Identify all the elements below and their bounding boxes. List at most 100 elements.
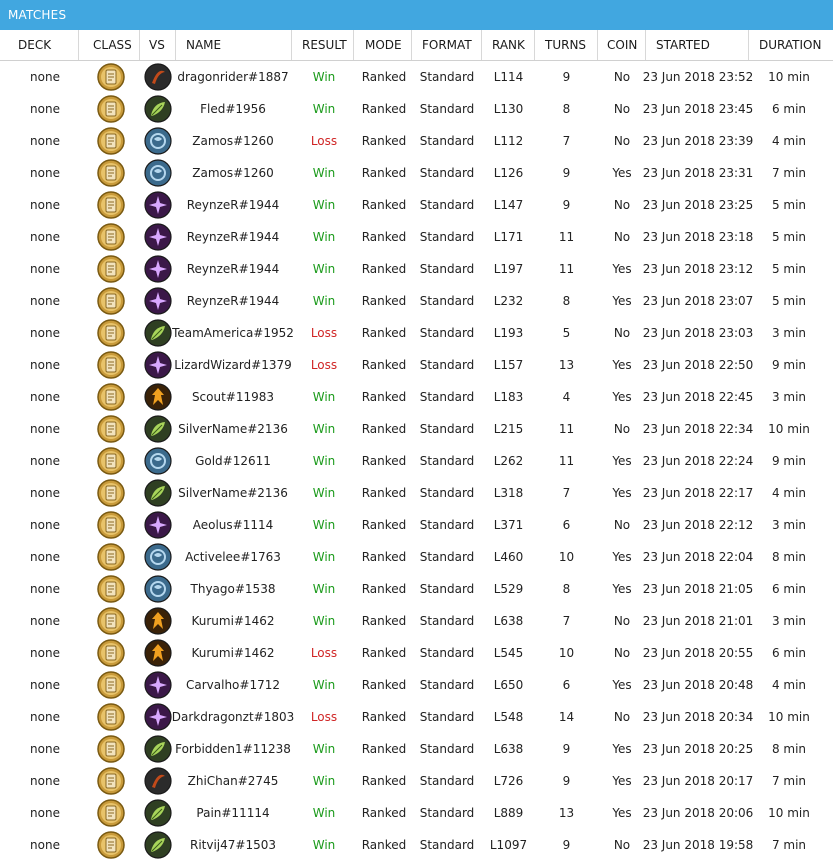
cell-mode: Ranked: [361, 230, 407, 244]
column-header-name[interactable]: NAME: [176, 30, 292, 60]
class-card-icon: [97, 607, 125, 635]
table-row[interactable]: none Fled#1956 Win Ranked Standard L130 8 No 23 …: [0, 93, 833, 125]
cell-result: Win: [312, 742, 336, 756]
cell-rank: L171: [493, 230, 524, 244]
column-header-mode[interactable]: MODE: [354, 30, 412, 60]
cell-deck: none: [30, 294, 60, 308]
cell-name: Zamos#1260: [192, 134, 274, 148]
druid-icon: [144, 831, 172, 859]
table-row[interactable]: none dragonrider#1887 Win Ranked Standard L11…: [0, 61, 833, 93]
cell-mode: Ranked: [361, 614, 407, 628]
cell-coin: Yes: [612, 806, 632, 820]
cell-started: 23 Jun 2018 20:17: [642, 774, 754, 788]
class-card-icon: [97, 127, 125, 155]
cell-deck: none: [30, 70, 60, 84]
cell-format: Standard: [419, 422, 475, 436]
cell-format: Standard: [419, 838, 475, 852]
table-row[interactable]: none Carvalho#1712 Win Ranked Standard L650 6 Y…: [0, 669, 833, 701]
shaman-icon: [144, 575, 172, 603]
table-row[interactable]: none ReynzeR#1944 Win Ranked Standard L232 8 Ye…: [0, 285, 833, 317]
cell-turns: 9: [562, 70, 571, 84]
table-row[interactable]: none Thyago#1538 Win Ranked Standard L529 8 Yes…: [0, 573, 833, 605]
table-row[interactable]: none SilverName#2136 Win Ranked Standard L215…: [0, 413, 833, 445]
table-row[interactable]: none SilverName#2136 Win Ranked Standard L318…: [0, 477, 833, 509]
table-row[interactable]: none ReynzeR#1944 Win Ranked Standard L147 9 No…: [0, 189, 833, 221]
column-header-duration[interactable]: DURATION: [749, 30, 833, 60]
cell-turns: 8: [562, 582, 571, 596]
cell-duration: 10 min: [768, 422, 810, 436]
cell-started: 23 Jun 2018 21:05: [642, 582, 754, 596]
table-row[interactable]: none ReynzeR#1944 Win Ranked Standard L197 11 Y…: [0, 253, 833, 285]
warlock-icon: [144, 671, 172, 699]
table-row[interactable]: none Zamos#1260 Loss Ranked Standard L112 7 No 2…: [0, 125, 833, 157]
cell-name: Kurumi#1462: [191, 614, 275, 628]
cell-mode: Ranked: [361, 486, 407, 500]
cell-duration: 3 min: [771, 614, 807, 628]
cell-rank: L126: [493, 166, 524, 180]
cell-rank: L545: [493, 646, 524, 660]
cell-deck: none: [30, 454, 60, 468]
table-row[interactable]: none ReynzeR#1944 Win Ranked Standard L171 11 N…: [0, 221, 833, 253]
column-header-format[interactable]: FORMAT: [412, 30, 482, 60]
cell-turns: 6: [562, 678, 571, 692]
table-row[interactable]: none Activelee#1763 Win Ranked Standard L460 1…: [0, 541, 833, 573]
cell-started: 23 Jun 2018 20:25: [642, 742, 754, 756]
cell-coin: No: [613, 838, 631, 852]
cell-coin: Yes: [612, 742, 632, 756]
druid-icon: [144, 95, 172, 123]
cell-name: LizardWizard#1379: [174, 358, 292, 372]
column-header-result[interactable]: RESULT: [292, 30, 354, 60]
table-row[interactable]: none Scout#11983 Win Ranked Standard L183 4 Yes…: [0, 381, 833, 413]
cell-coin: No: [613, 614, 631, 628]
druid-icon: [144, 735, 172, 763]
cell-result: Win: [312, 166, 336, 180]
class-card-icon: [97, 831, 125, 859]
table-row[interactable]: none Gold#12611 Win Ranked Standard L262 11 Yes…: [0, 445, 833, 477]
column-header-deck[interactable]: DECK: [0, 30, 79, 60]
cell-rank: L197: [493, 262, 524, 276]
cell-rank: L183: [493, 390, 524, 404]
cell-result: Win: [312, 102, 336, 116]
cell-coin: Yes: [612, 582, 632, 596]
column-header-rank[interactable]: RANK: [482, 30, 535, 60]
column-header-vs[interactable]: VS: [140, 30, 176, 60]
table-row[interactable]: none Kurumi#1462 Loss Ranked Standard L545 10 N…: [0, 637, 833, 669]
column-header-started[interactable]: STARTED: [646, 30, 749, 60]
table-row[interactable]: none Zamos#1260 Win Ranked Standard L126 9 Yes 2…: [0, 157, 833, 189]
cell-result: Win: [312, 454, 336, 468]
cell-duration: 9 min: [771, 358, 807, 372]
table-row[interactable]: none TeamAmerica#1952 Loss Ranked Standard L1…: [0, 317, 833, 349]
table-row[interactable]: none Pain#11114 Win Ranked Standard L889 13 Yes…: [0, 797, 833, 829]
column-header-class[interactable]: CLASS: [79, 30, 140, 60]
cell-deck: none: [30, 390, 60, 404]
class-card-icon: [97, 415, 125, 443]
cell-coin: No: [613, 326, 631, 340]
cell-turns: 4: [562, 390, 571, 404]
cell-duration: 5 min: [771, 230, 807, 244]
cell-duration: 6 min: [771, 582, 807, 596]
cell-rank: L638: [493, 742, 524, 756]
cell-duration: 8 min: [771, 742, 807, 756]
table-row[interactable]: none Darkdragonzt#1803 Loss Ranked Standard L…: [0, 701, 833, 733]
column-header-turns[interactable]: TURNS: [535, 30, 598, 60]
class-card-icon: [97, 223, 125, 251]
cell-coin: Yes: [612, 358, 632, 372]
cell-name: Thyago#1538: [190, 582, 276, 596]
cell-turns: 11: [558, 422, 575, 436]
table-row[interactable]: none ZhiChan#2745 Win Ranked Standard L726 9 Ye…: [0, 765, 833, 797]
cell-name: Forbidden1#11238: [175, 742, 291, 756]
cell-coin: No: [613, 710, 631, 724]
cell-mode: Ranked: [361, 198, 407, 212]
cell-coin: No: [613, 422, 631, 436]
table-row[interactable]: none Ritvij47#1503 Win Ranked Standard L1097 9…: [0, 829, 833, 861]
table-row[interactable]: none LizardWizard#1379 Loss Ranked Standard L…: [0, 349, 833, 381]
table-row[interactable]: none Kurumi#1462 Win Ranked Standard L638 7 No 2…: [0, 605, 833, 637]
cell-started: 23 Jun 2018 22:34: [642, 422, 754, 436]
table-row[interactable]: none Aeolus#1114 Win Ranked Standard L371 6 No 2…: [0, 509, 833, 541]
cell-format: Standard: [419, 518, 475, 532]
column-header-coin[interactable]: COIN: [598, 30, 646, 60]
cell-name: Kurumi#1462: [191, 646, 275, 660]
cell-deck: none: [30, 646, 60, 660]
table-row[interactable]: none Forbidden1#11238 Win Ranked Standard L63…: [0, 733, 833, 765]
cell-name: Activelee#1763: [185, 550, 281, 564]
